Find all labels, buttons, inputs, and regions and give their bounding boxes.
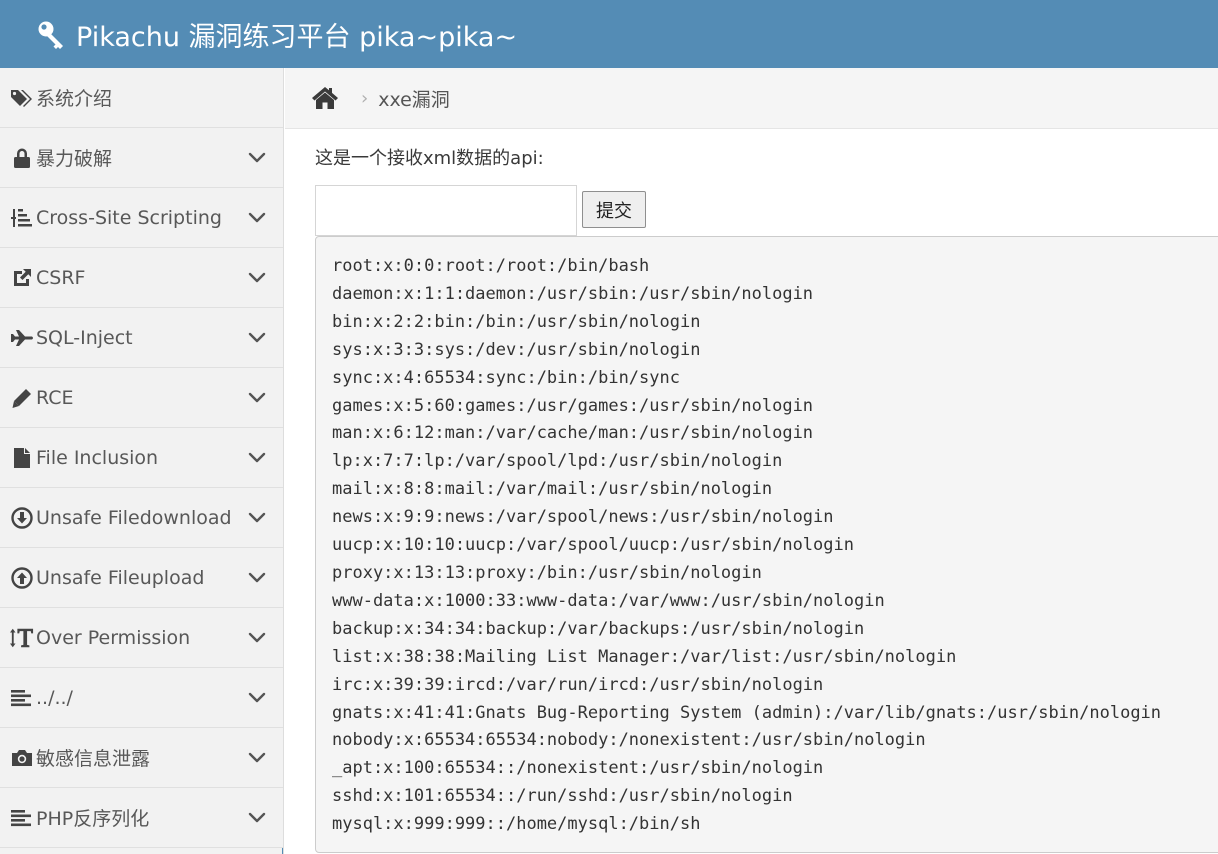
output-line: man:x:6:12:man:/var/cache/man:/usr/sbin/… [332,423,814,444]
sidebar-item-label: 敏感信息泄露 [36,748,151,770]
lock-icon [10,146,34,170]
sidebar-item[interactable]: File Inclusion [0,428,283,488]
chevron-down-icon[interactable] [247,447,267,467]
output-line: daemon:x:1:1:daemon:/usr/sbin:/usr/sbin/… [332,283,814,304]
chevron-down-icon[interactable] [247,687,267,707]
pencil-icon [10,386,34,410]
sidebar-item-label: CSRF [36,266,86,289]
output-line: news:x:9:9:news:/var/spool/news:/usr/sbi… [332,507,834,528]
align-left-icon [10,806,34,830]
sidebar-item-label: PHP反序列化 [36,808,150,830]
output-line: bin:x:2:2:bin:/bin:/usr/sbin/nologin [332,311,701,332]
output-line: root:x:0:0:root:/root:/bin/bash [332,256,650,276]
output-line: _apt:x:100:65534::/nonexistent:/usr/sbin… [332,758,824,779]
breadcrumb: › xxe漏洞 [285,68,1218,129]
output-line: uucp:x:10:10:uucp:/var/spool/uucp:/usr/s… [332,535,854,556]
share-icon [10,266,34,290]
sidebar-item[interactable]: RCE [0,368,283,428]
output-line: games:x:5:60:games:/usr/games:/usr/sbin/… [332,395,814,416]
plane-icon [10,326,34,350]
sidebar-item-label: Unsafe Fileupload [36,566,205,589]
sidebar-item-label: RCE [36,386,74,409]
breadcrumb-current: xxe漏洞 [378,88,450,111]
sidebar-item[interactable]: 敏感信息泄露 [0,728,283,788]
sidebar-item[interactable]: ../../ [0,668,283,728]
upload-circle-icon [10,566,34,590]
output-line: backup:x:34:34:backup:/var/backups:/usr/… [332,618,865,639]
chevron-down-icon[interactable] [247,807,267,827]
output-line: irc:x:39:39:ircd:/var/run/ircd:/usr/sbin… [332,674,824,695]
output-line: mail:x:8:8:mail:/var/mail:/usr/sbin/nolo… [332,479,773,500]
chevron-down-icon[interactable] [247,387,267,407]
sidebar-item-label: Cross-Site Scripting [36,206,222,229]
key-icon [36,18,68,50]
xml-output: root:x:0:0:root:/root:/bin/bash daemon:x:… [315,236,1218,853]
output-line: sys:x:3:3:sys:/dev:/usr/sbin/nologin [332,339,701,360]
output-line: nobody:x:65534:65534:nobody:/nonexistent… [332,730,926,751]
home-icon[interactable] [311,85,339,111]
output-line: mysql:x:999:999::/home/mysql:/bin/sh [332,814,701,835]
sidebar-item-label: 系统介绍 [36,88,113,110]
chevron-down-icon[interactable] [247,327,267,347]
api-description: 这是一个接收xml数据的api: [315,148,544,169]
align-left-icon [10,686,34,710]
list-tree-icon [10,206,34,230]
sidebar-item[interactable]: Unsafe Fileupload [0,548,283,608]
sidebar-item[interactable]: Cross-Site Scripting [0,188,283,248]
chevron-down-icon[interactable] [247,567,267,587]
sidebar-item-label: Unsafe Filedownload [36,506,232,529]
sidebar-item[interactable]: Unsafe Filedownload [0,488,283,548]
sidebar-item[interactable]: 系统介绍 [0,68,283,128]
tags-icon [10,86,34,110]
output-line: gnats:x:41:41:Gnats Bug-Reporting System… [332,702,1162,723]
submit-button[interactable]: 提交 [582,191,646,228]
sidebar: 系统介绍暴力破解 Cross-Site Scripting CSRF SQL-Inje… [0,68,284,854]
camera-icon [10,746,34,770]
sidebar-item[interactable]: 暴力破解 [0,128,283,188]
output-line: sshd:x:101:65534::/run/sshd:/usr/sbin/no… [332,786,793,807]
output-line: list:x:38:38:Mailing List Manager:/var/l… [332,646,957,667]
chevron-down-icon[interactable] [247,267,267,287]
chevron-down-icon[interactable] [247,627,267,647]
chevron-down-icon[interactable] [247,207,267,227]
output-line: proxy:x:13:13:proxy:/bin:/usr/sbin/nolog… [332,562,762,583]
sidebar-item-label: Over Permission [36,626,191,649]
sidebar-item[interactable]: Over Permission [0,608,283,668]
xml-input[interactable] [315,185,577,236]
output-line: lp:x:7:7:lp:/var/spool/lpd:/usr/sbin/nol… [332,451,783,472]
navbar: Pikachu 漏洞练习平台 pika~pika~ [0,0,1218,68]
chevron-down-icon[interactable] [247,507,267,527]
file-icon [10,446,34,470]
sidebar-item-label: File Inclusion [36,446,159,469]
text-height-icon [10,626,34,650]
output-line: sync:x:4:65534:sync:/bin:/bin/sync [332,367,680,388]
main-content: 这是一个接收xml数据的api: 提交 root:x:0:0:root:/roo… [285,129,1218,854]
app-title[interactable]: Pikachu 漏洞练习平台 pika~pika~ [76,15,517,54]
sidebar-item-label: ../../ [36,686,73,709]
sidebar-item-label: 暴力破解 [36,148,113,170]
chevron-down-icon[interactable] [247,147,267,167]
output-line: www-data:x:1000:33:www-data:/var/www:/us… [332,590,885,611]
sidebar-item[interactable]: PHP反序列化 [0,788,283,848]
breadcrumb-separator: › [361,87,369,109]
sidebar-item[interactable]: CSRF [0,248,283,308]
chevron-down-icon[interactable] [247,747,267,767]
sidebar-item[interactable]: SQL-Inject [0,308,283,368]
download-circle-icon [10,506,34,530]
sidebar-item-label: SQL-Inject [36,326,133,349]
